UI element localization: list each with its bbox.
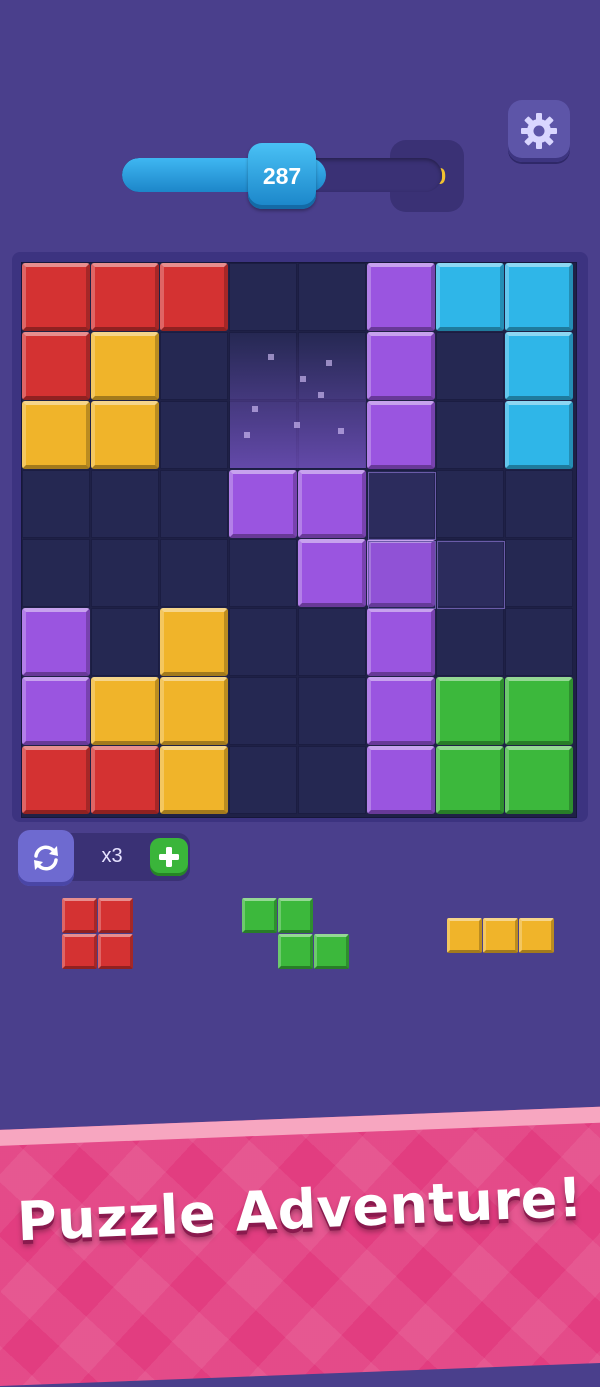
piece-block-red bbox=[98, 898, 133, 933]
block-purple bbox=[367, 401, 435, 469]
empty-cell bbox=[22, 539, 90, 607]
empty-cell bbox=[505, 608, 573, 676]
drop-preview-cell bbox=[437, 541, 505, 609]
block-red bbox=[91, 746, 159, 814]
block-yellow bbox=[91, 401, 159, 469]
empty-cell bbox=[229, 263, 297, 331]
block-cyan bbox=[505, 332, 573, 400]
empty-cell bbox=[229, 608, 297, 676]
piece-block-green bbox=[314, 934, 349, 969]
empty-cell bbox=[160, 401, 228, 469]
block-purple bbox=[367, 746, 435, 814]
block-green bbox=[505, 746, 573, 814]
block-red bbox=[22, 332, 90, 400]
empty-cell bbox=[229, 539, 297, 607]
piece-block-red bbox=[62, 934, 97, 969]
empty-cell bbox=[160, 539, 228, 607]
empty-cell bbox=[298, 746, 366, 814]
gear-icon bbox=[521, 113, 557, 149]
block-yellow bbox=[160, 608, 228, 676]
block-cyan bbox=[505, 401, 573, 469]
empty-cell bbox=[436, 332, 504, 400]
clear-effect bbox=[230, 332, 366, 468]
block-red bbox=[22, 263, 90, 331]
empty-cell bbox=[298, 608, 366, 676]
piece-block-red bbox=[98, 934, 133, 969]
block-purple bbox=[298, 470, 366, 538]
block-purple bbox=[367, 677, 435, 745]
empty-cell bbox=[436, 608, 504, 676]
block-yellow bbox=[22, 401, 90, 469]
piece-block-yellow bbox=[483, 918, 518, 953]
drop-preview-cell bbox=[368, 472, 436, 540]
empty-cell bbox=[160, 332, 228, 400]
piece-block-green bbox=[278, 898, 313, 933]
block-red bbox=[160, 263, 228, 331]
settings-button[interactable] bbox=[508, 100, 570, 162]
piece-block-green bbox=[242, 898, 277, 933]
block-purple bbox=[367, 332, 435, 400]
add-refresh-button[interactable] bbox=[150, 838, 188, 876]
block-yellow bbox=[91, 332, 159, 400]
refresh-button[interactable] bbox=[18, 830, 74, 886]
block-yellow bbox=[91, 677, 159, 745]
piece-block-green bbox=[278, 934, 313, 969]
block-cyan bbox=[505, 263, 573, 331]
piece-block-red bbox=[62, 898, 97, 933]
block-yellow bbox=[160, 677, 228, 745]
empty-cell bbox=[298, 263, 366, 331]
empty-cell bbox=[229, 677, 297, 745]
empty-cell bbox=[229, 746, 297, 814]
empty-cell bbox=[505, 470, 573, 538]
empty-cell bbox=[91, 470, 159, 538]
current-score-value: 287 bbox=[262, 162, 302, 189]
block-purple bbox=[298, 539, 366, 607]
empty-cell bbox=[91, 539, 159, 607]
empty-cell bbox=[298, 677, 366, 745]
empty-cell bbox=[22, 470, 90, 538]
empty-cell bbox=[436, 401, 504, 469]
block-red bbox=[91, 263, 159, 331]
block-green bbox=[436, 746, 504, 814]
block-purple bbox=[22, 677, 90, 745]
piece-block-yellow bbox=[519, 918, 554, 953]
empty-cell bbox=[160, 470, 228, 538]
empty-cell bbox=[91, 608, 159, 676]
block-purple bbox=[367, 263, 435, 331]
refresh-arrows-icon bbox=[34, 845, 58, 871]
refresh-count: x3 bbox=[101, 845, 123, 867]
block-red bbox=[22, 746, 90, 814]
block-purple bbox=[367, 608, 435, 676]
empty-cell bbox=[505, 539, 573, 607]
plus-icon bbox=[159, 847, 179, 867]
piece-block-yellow bbox=[447, 918, 482, 953]
drop-preview-cell bbox=[368, 541, 436, 609]
block-green bbox=[436, 677, 504, 745]
block-purple bbox=[22, 608, 90, 676]
block-cyan bbox=[436, 263, 504, 331]
block-purple bbox=[229, 470, 297, 538]
block-green bbox=[505, 677, 573, 745]
current-score: 287 bbox=[248, 143, 316, 209]
block-yellow bbox=[160, 746, 228, 814]
empty-cell bbox=[436, 470, 504, 538]
